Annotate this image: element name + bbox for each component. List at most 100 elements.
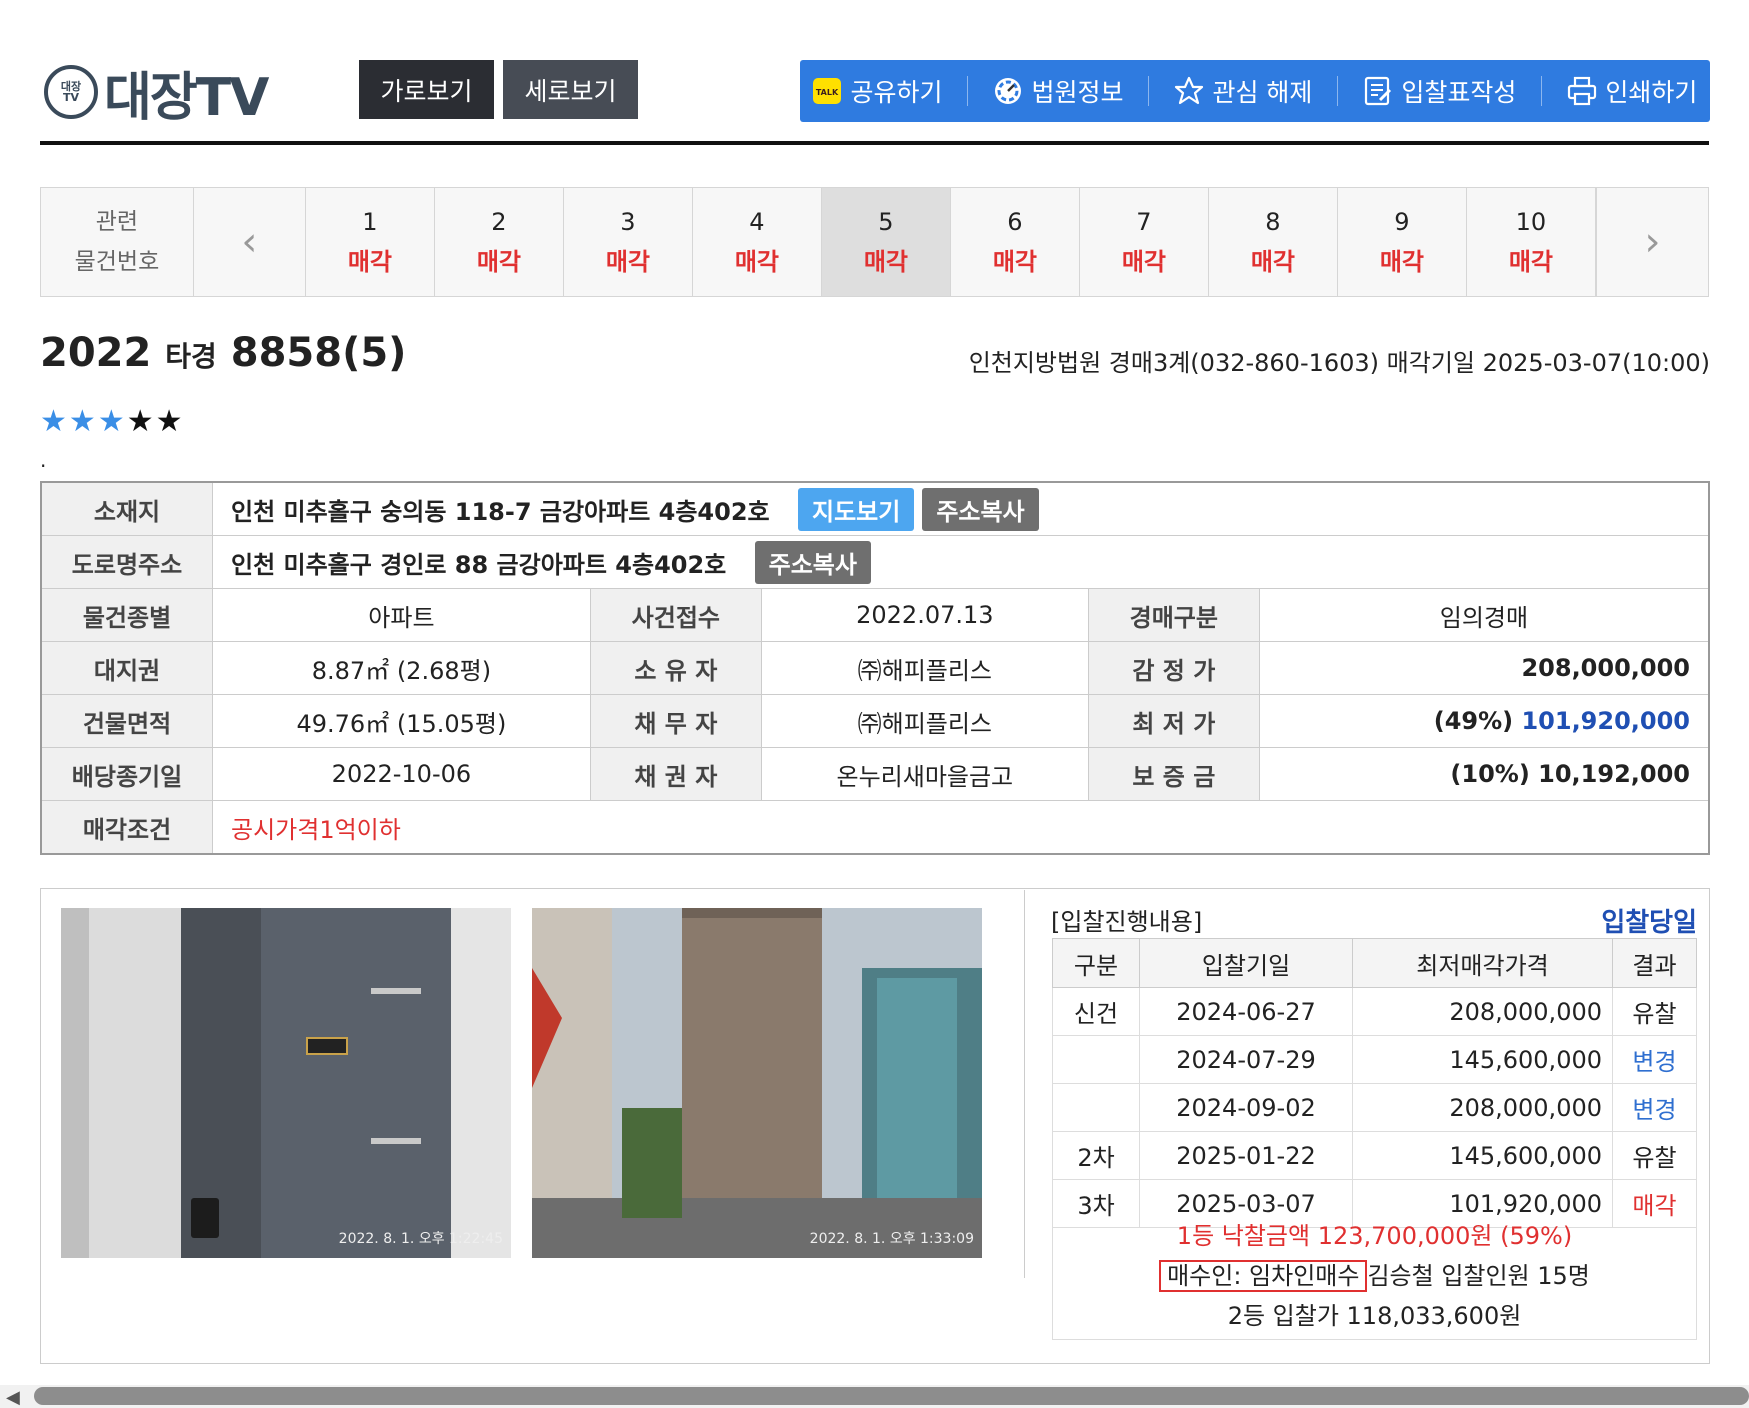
bidding-price: 208,000,000: [1352, 1083, 1613, 1132]
star-empty-icon: ★: [155, 404, 185, 439]
copy-road-address-button[interactable]: 주소복사: [754, 540, 871, 584]
related-items-label: 관련 물건번호: [41, 188, 194, 296]
bidding-result: 유찰: [1612, 987, 1697, 1036]
court-info-label: 법원정보: [1031, 78, 1124, 107]
related-item-3[interactable]: 3 매각: [563, 188, 693, 296]
info-row: 대지권 8.87㎡ (2.68평) 소 유 자 ㈜해피플리스 감 정 가 208…: [40, 641, 1710, 695]
location-address: 인천 미추홀구 숭의동 118-7 금강아파트 4층402호: [231, 497, 770, 526]
info-label: 경매구분: [1087, 588, 1260, 642]
info-label: 채 권 자: [589, 747, 762, 801]
bidding-round: [1052, 1083, 1140, 1132]
bidding-row: 2차 2025-01-22 145,600,000 유찰: [1052, 1131, 1697, 1180]
info-value: 아파트: [212, 588, 591, 642]
related-item-number: 7: [1136, 208, 1152, 236]
info-label: 물건종별: [40, 588, 213, 642]
minimum-price-percent: (49%): [1433, 707, 1514, 735]
related-item-number: 8: [1265, 208, 1281, 236]
prev-items-chevron-left-icon[interactable]: ‹: [193, 188, 306, 296]
photo-timestamp: 2022. 8. 1. 오후 1:33:09: [809, 1231, 974, 1247]
bidding-day-link[interactable]: 입찰당일: [1601, 902, 1697, 939]
info-value: 8.87㎡ (2.68평): [212, 641, 591, 695]
scrollbar-thumb[interactable]: [34, 1387, 1749, 1405]
court-info-button[interactable]: 법원정보: [993, 73, 1123, 109]
related-item-1[interactable]: 1 매각: [305, 188, 435, 296]
related-item-status: 매각: [1508, 248, 1554, 276]
svg-text:TALK: TALK: [816, 88, 839, 97]
bidding-row: 2024-09-02 208,000,000 변경: [1052, 1083, 1697, 1132]
site-logo[interactable]: 대장 TV 대장TV: [44, 60, 269, 128]
bid-form-icon: [1363, 76, 1393, 106]
related-item-8[interactable]: 8 매각: [1208, 188, 1338, 296]
bidding-date: 2024-09-02: [1139, 1083, 1353, 1132]
copy-address-button[interactable]: 주소복사: [922, 487, 1039, 531]
related-item-number: 1: [362, 208, 378, 236]
related-label-line2: 물건번호: [74, 249, 160, 275]
related-item-9[interactable]: 9 매각: [1337, 188, 1467, 296]
case-number: 8858(5): [230, 330, 407, 376]
column-header-date: 입찰기일: [1139, 938, 1353, 988]
bid-form-label: 입찰표작성: [1401, 78, 1517, 107]
unfavorite-button[interactable]: 관심 해제: [1174, 73, 1312, 109]
rating-stars: ★★★★★: [40, 404, 185, 439]
next-items-chevron-right-icon[interactable]: ›: [1595, 188, 1708, 296]
road-address-cell: 인천 미추홀구 경인로 88 금강아파트 4층402호 주소복사: [212, 535, 1710, 589]
scroll-left-arrow-icon[interactable]: ◀: [6, 1387, 20, 1408]
related-item-number: 3: [620, 208, 636, 236]
related-item-10[interactable]: 10 매각: [1466, 188, 1596, 296]
map-view-button[interactable]: 지도보기: [797, 487, 915, 531]
minimum-price-value: 101,920,000: [1521, 707, 1690, 735]
share-button[interactable]: TALK 공유하기: [812, 73, 943, 109]
related-item-status: 매각: [476, 248, 522, 276]
photo-timestamp: 2022. 8. 1. 오후 1:22:45: [338, 1231, 503, 1247]
column-header-price: 최저매각가격: [1352, 938, 1613, 988]
info-row: 건물면적 49.76㎡ (15.05평) 채 무 자 ㈜해피플리스 최 저 가 …: [40, 694, 1710, 748]
info-label: 대지권: [40, 641, 213, 695]
road-address: 인천 미추홀구 경인로 88 금강아파트 4층402호: [231, 550, 727, 579]
related-item-4[interactable]: 4 매각: [692, 188, 822, 296]
bid-form-button[interactable]: 입찰표작성: [1363, 73, 1516, 109]
info-value: 온누리새마을금고: [760, 747, 1089, 801]
related-item-number: 5: [878, 208, 894, 236]
action-toolbar: TALK 공유하기 법원정보 관심 해제 입찰표작성 인쇄하기: [800, 60, 1710, 122]
bidding-header-row: 구분 입찰기일 최저매각가격 결과: [1052, 938, 1697, 988]
related-item-status: 매각: [863, 248, 909, 276]
toolbar-separator: [1337, 76, 1339, 106]
related-item-2[interactable]: 2 매각: [434, 188, 564, 296]
panel-divider: [1024, 890, 1025, 1278]
bidding-price: 145,600,000: [1352, 1131, 1613, 1180]
logo-seal-icon: 대장 TV: [44, 65, 98, 119]
road-address-row: 도로명주소 인천 미추홀구 경인로 88 금강아파트 4층402호 주소복사: [40, 535, 1710, 589]
road-address-label: 도로명주소: [40, 535, 213, 589]
condition-row: 매각조건 공시가격1억이하: [40, 800, 1710, 855]
info-value: ㈜해피플리스: [760, 641, 1089, 695]
door-photo[interactable]: 2022. 8. 1. 오후 1:22:45: [61, 908, 511, 1258]
related-item-number: 2: [491, 208, 507, 236]
info-label: 소 유 자: [589, 641, 762, 695]
printer-icon: [1567, 76, 1597, 106]
print-button[interactable]: 인쇄하기: [1567, 73, 1697, 109]
star-filled-icon: ★: [97, 404, 127, 439]
info-label: 채 무 자: [589, 694, 762, 748]
info-label: 최 저 가: [1087, 694, 1260, 748]
buyer-details: 김승철 입찰인원 15명: [1367, 1262, 1590, 1290]
building-photo[interactable]: 2022. 8. 1. 오후 1:33:09: [532, 908, 982, 1258]
bidding-round: [1052, 1035, 1140, 1084]
bidding-price: 145,600,000: [1352, 1035, 1613, 1084]
related-item-status: 매각: [1379, 248, 1425, 276]
related-item-6[interactable]: 6 매각: [950, 188, 1080, 296]
related-item-status: 매각: [347, 248, 393, 276]
bidding-row: 2024-07-29 145,600,000 변경: [1052, 1035, 1697, 1084]
unfavorite-label: 관심 해제: [1212, 78, 1313, 107]
info-value: 2022.07.13: [760, 588, 1089, 642]
appraisal-value: 208,000,000: [1258, 641, 1710, 695]
related-item-5[interactable]: 5 매각: [821, 188, 951, 296]
horizontal-view-button[interactable]: 가로보기: [359, 60, 494, 119]
share-label: 공유하기: [850, 78, 943, 107]
location-cell: 인천 미추홀구 숭의동 118-7 금강아파트 4층402호 지도보기 주소복사: [212, 481, 1710, 536]
related-item-status: 매각: [734, 248, 780, 276]
kakao-talk-icon: TALK: [812, 76, 842, 106]
condition-value: 공시가격1억이하: [212, 800, 1710, 855]
related-item-7[interactable]: 7 매각: [1079, 188, 1209, 296]
winning-bid-text: 1등 낙찰금액 123,700,000원 (59%): [1176, 1222, 1573, 1250]
vertical-view-button[interactable]: 세로보기: [503, 60, 638, 119]
